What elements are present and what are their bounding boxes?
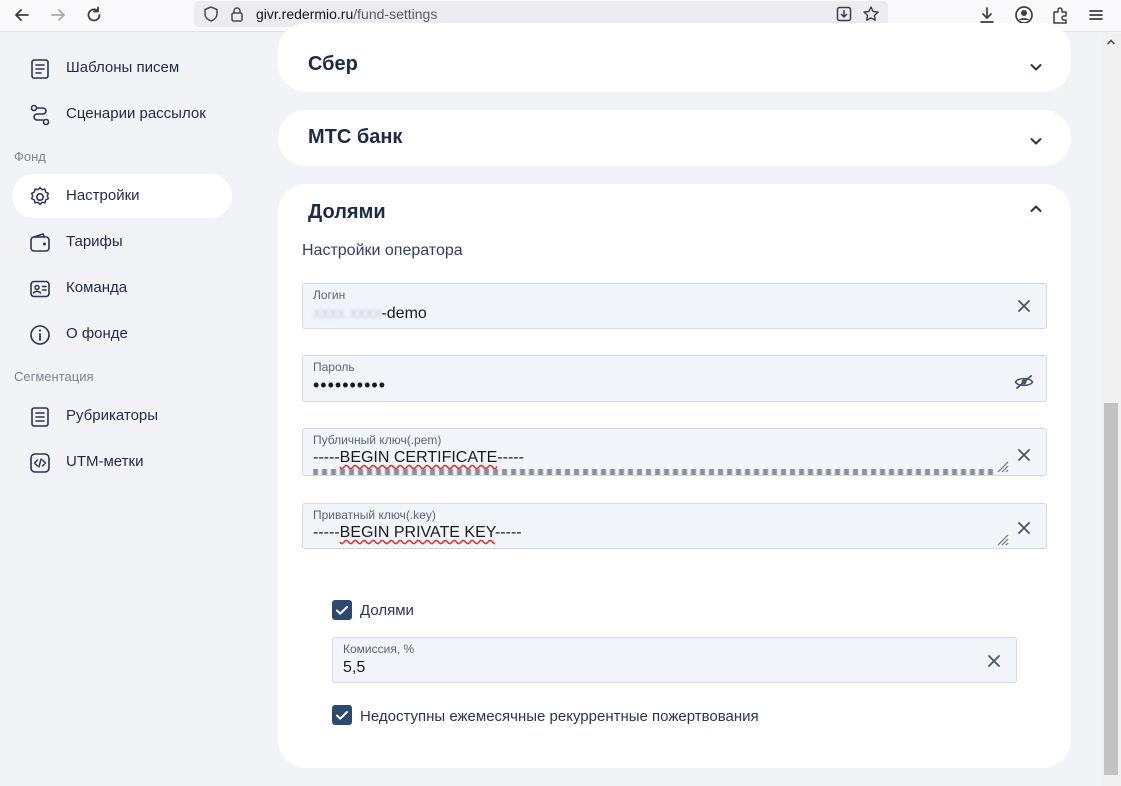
sidebar-item-label: Рубрикаторы [66,407,159,424]
code-icon [28,451,52,475]
check-icon [336,711,348,720]
commission-field[interactable]: Комиссия, % 5,5 [332,637,1017,683]
login-value[interactable]: xxxx xxxx-demo [313,305,427,323]
wallet-icon [28,231,52,255]
sidebar-item-team[interactable]: Команда [12,266,232,310]
back-arrow-icon[interactable] [11,4,33,26]
sidebar-item-utm[interactable]: UTM-метки [12,440,232,484]
public-key-prefix: ----- [313,449,340,466]
url-host: givr.redermio.ru [256,6,354,22]
template-icon [28,57,52,81]
public-key-value[interactable]: -----BEGIN CERTIFICATE----- [313,449,524,467]
id-card-icon [28,277,52,301]
public-key-label: Публичный ключ(.pem) [313,433,442,447]
resize-handle-icon[interactable] [995,459,1009,473]
url-path: /fund-settings [353,6,438,22]
sidebar-item-tariffs[interactable]: Тарифы [12,220,232,264]
close-icon[interactable] [986,653,1002,669]
page-scrollbar[interactable] [1101,33,1121,786]
accordion-mts-bank[interactable]: МТС банк [278,110,1071,166]
recurring-checkbox-label[interactable]: Недоступны ежемесячные рекуррентные поже… [360,708,759,725]
public-key-textarea[interactable]: Публичный ключ(.pem) -----BEGIN CERTIFIC… [302,428,1047,476]
scroll-up-arrow-icon[interactable] [1105,35,1117,47]
private-key-prefix: ----- [313,524,340,541]
resize-handle-icon[interactable] [995,532,1009,546]
redacted-key-line [313,469,993,475]
scrollbar-thumb[interactable] [1104,403,1118,775]
commission-label: Комиссия, % [343,642,415,656]
password-field[interactable]: Пароль •••••••••• [302,355,1047,402]
login-suffix: -demo [381,305,427,322]
sidebar-item-about[interactable]: О фонде [12,312,232,356]
card-title-mts: МТС банк [308,126,403,148]
private-key-suffix: ----- [494,524,522,541]
password-label: Пароль [313,360,355,374]
extensions-icon[interactable] [1049,4,1071,26]
sidebar-item-settings[interactable]: Настройки [12,174,232,218]
login-label: Логин [313,288,346,302]
reload-icon[interactable] [83,4,105,26]
recurring-checkbox[interactable] [332,705,352,725]
redacted-text: xxxx xxxx [313,305,382,322]
gear-icon [28,185,52,209]
chevron-up-icon[interactable] [1028,201,1044,217]
sidebar-item-label: UTM-метки [66,453,144,470]
operator-settings-heading: Настройки оператора [302,242,463,259]
sidebar-item-label: Шаблоны писем [66,59,180,76]
bookmark-star-icon[interactable] [862,5,880,23]
dolyami-checkbox[interactable] [332,600,352,620]
private-key-label: Приватный ключ(.key) [313,508,436,522]
accordion-sber[interactable]: Сбер [278,23,1071,92]
public-key-word: BEGIN CERTIFICATE [339,449,498,466]
shield-icon[interactable] [202,5,220,23]
commission-value[interactable]: 5,5 [343,659,365,677]
chevron-down-icon[interactable] [1028,133,1044,149]
dolyami-checkbox-label[interactable]: Долями [360,602,414,619]
sidebar-item-rubricators[interactable]: Рубрикаторы [12,394,232,438]
sidebar-item-label: Настройки [66,187,140,204]
info-icon [28,323,52,347]
sidebar-item-label: Сценарии рассылок [66,105,206,122]
public-key-suffix: ----- [497,449,524,466]
page-download-icon[interactable] [835,5,853,23]
login-field[interactable]: Логин xxxx xxxx-demo [302,283,1047,329]
chevron-down-icon[interactable] [1028,59,1044,75]
sidebar: Шаблоны писем Сценарии рассылок Фонд Нас… [0,33,244,786]
section-label-segmentation: Сегментация [14,369,94,384]
section-label-fund: Фонд [14,149,46,164]
private-key-textarea[interactable]: Приватный ключ(.key) -----BEGIN PRIVATE … [302,503,1047,549]
lock-icon[interactable] [228,5,246,23]
private-key-word: BEGIN PRIVATE KEY [339,524,495,541]
check-icon [336,606,348,615]
url-text[interactable]: givr.redermio.ru/fund-settings [256,6,437,22]
close-icon[interactable] [1016,520,1032,536]
sidebar-item-label: О фонде [66,325,128,342]
close-icon[interactable] [1016,447,1032,463]
sidebar-item-templates[interactable]: Шаблоны писем [12,46,232,90]
eye-off-icon[interactable] [1014,374,1034,390]
menu-icon[interactable] [1085,4,1107,26]
list-icon [28,405,52,429]
close-icon[interactable] [1016,298,1032,314]
sidebar-item-label: Тарифы [66,233,123,250]
sidebar-item-label: Команда [66,279,128,296]
private-key-value[interactable]: -----BEGIN PRIVATE KEY----- [313,524,522,542]
card-title-sber: Сбер [308,53,358,75]
sidebar-item-scenarios[interactable]: Сценарии рассылок [12,92,232,136]
password-value[interactable]: •••••••••• [313,375,386,396]
forward-arrow-icon[interactable] [47,4,69,26]
accordion-dolyami: Долями Настройки оператора Логин xxxx xx… [278,184,1071,768]
card-title-dolyami[interactable]: Долями [308,201,386,224]
route-icon [28,103,52,127]
